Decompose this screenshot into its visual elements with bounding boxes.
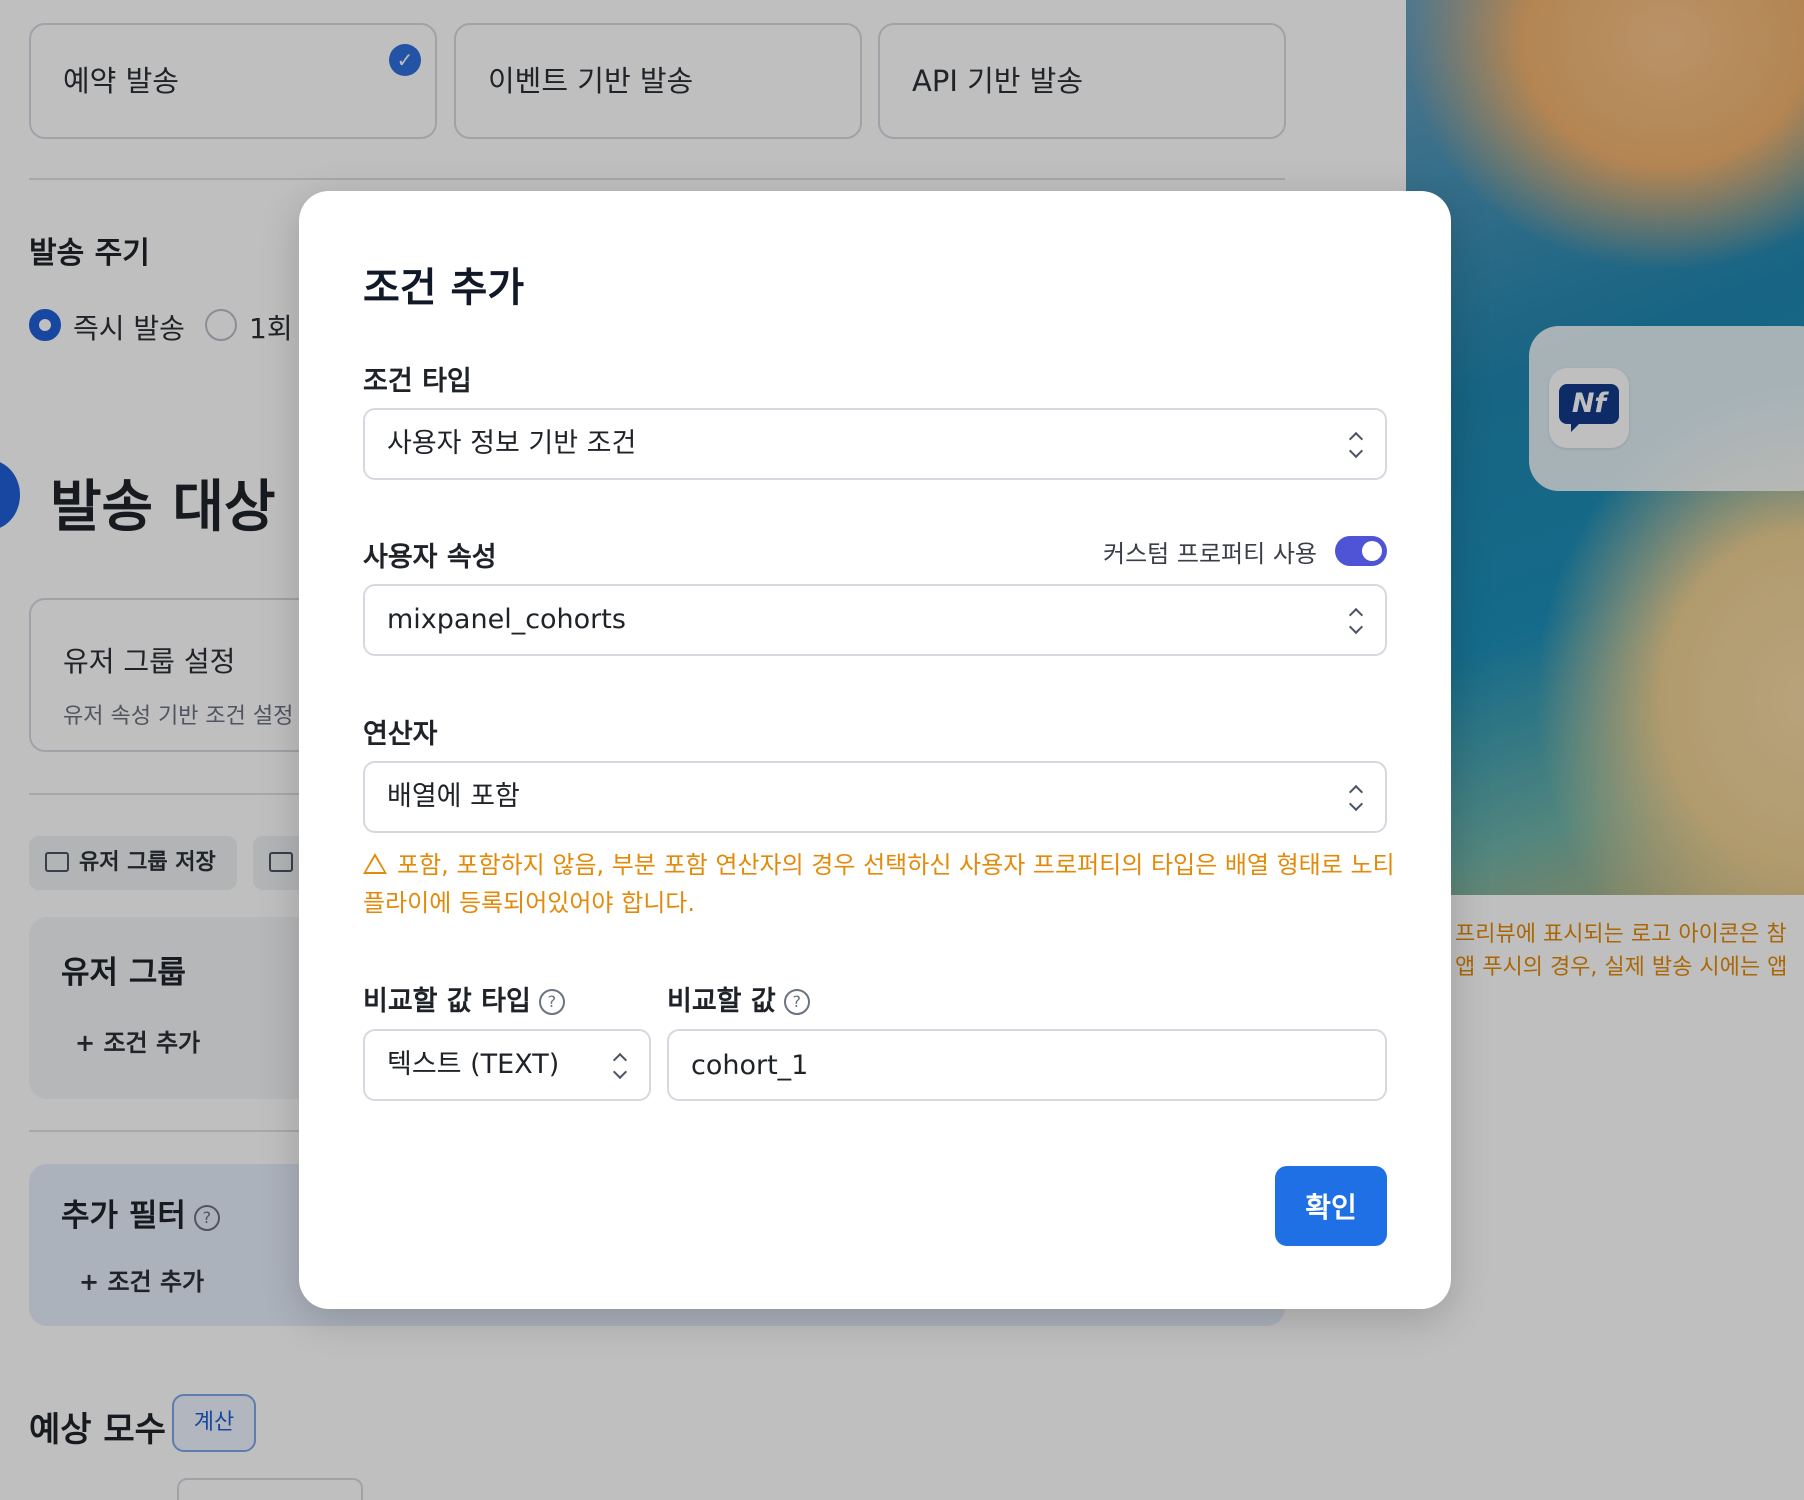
warning-icon xyxy=(363,853,387,874)
app-root: 예약 발송 ✓ 이벤트 기반 발송 API 기반 발송 발송 주기 즉시 발송 … xyxy=(0,0,1804,1500)
chevron-up-down-icon xyxy=(613,1051,627,1081)
chevron-up-down-icon xyxy=(1349,783,1363,813)
compare-value-label-text: 비교할 값 xyxy=(667,986,776,1017)
operator-select[interactable]: 배열에 포함 xyxy=(363,761,1387,833)
compare-type-select[interactable]: 텍스트 (TEXT) xyxy=(363,1029,651,1101)
operator-value: 배열에 포함 xyxy=(387,781,520,812)
condition-type-label: 조건 타입 xyxy=(363,366,472,397)
chevron-up-down-icon xyxy=(1349,430,1363,460)
user-attribute-select[interactable]: mixpanel_cohorts xyxy=(363,584,1387,656)
condition-type-value: 사용자 정보 기반 조건 xyxy=(387,428,637,459)
user-attribute-value: mixpanel_cohorts xyxy=(387,604,626,635)
compare-value-label: 비교할 값? xyxy=(667,979,810,1018)
user-attribute-label: 사용자 속성 xyxy=(363,542,497,573)
operator-warning: 포함, 포함하지 않음, 부분 포함 연산자의 경우 선택하신 사용자 프로퍼티… xyxy=(363,846,1403,922)
compare-type-label-text: 비교할 값 타입 xyxy=(363,986,531,1017)
custom-property-label: 커스텀 프로퍼티 사용 xyxy=(1103,540,1317,568)
operator-label: 연산자 xyxy=(363,719,438,750)
warning-text: 포함, 포함하지 않음, 부분 포함 연산자의 경우 선택하신 사용자 프로퍼티… xyxy=(363,851,1395,917)
help-icon[interactable]: ? xyxy=(783,989,810,1015)
compare-value-input[interactable] xyxy=(667,1029,1387,1101)
modal-title: 조건 추가 xyxy=(363,265,525,311)
toggle-knob xyxy=(1362,541,1382,561)
help-icon[interactable]: ? xyxy=(538,989,565,1015)
compare-type-value: 텍스트 (TEXT) xyxy=(387,1049,560,1080)
compare-type-label: 비교할 값 타입? xyxy=(363,979,565,1018)
add-condition-modal: 조건 추가 조건 타입 사용자 정보 기반 조건 사용자 속성 커스텀 프로퍼티… xyxy=(299,191,1451,1309)
chevron-up-down-icon xyxy=(1349,606,1363,636)
custom-property-toggle[interactable] xyxy=(1335,536,1387,566)
confirm-button[interactable]: 확인 xyxy=(1275,1166,1387,1246)
condition-type-select[interactable]: 사용자 정보 기반 조건 xyxy=(363,408,1387,480)
